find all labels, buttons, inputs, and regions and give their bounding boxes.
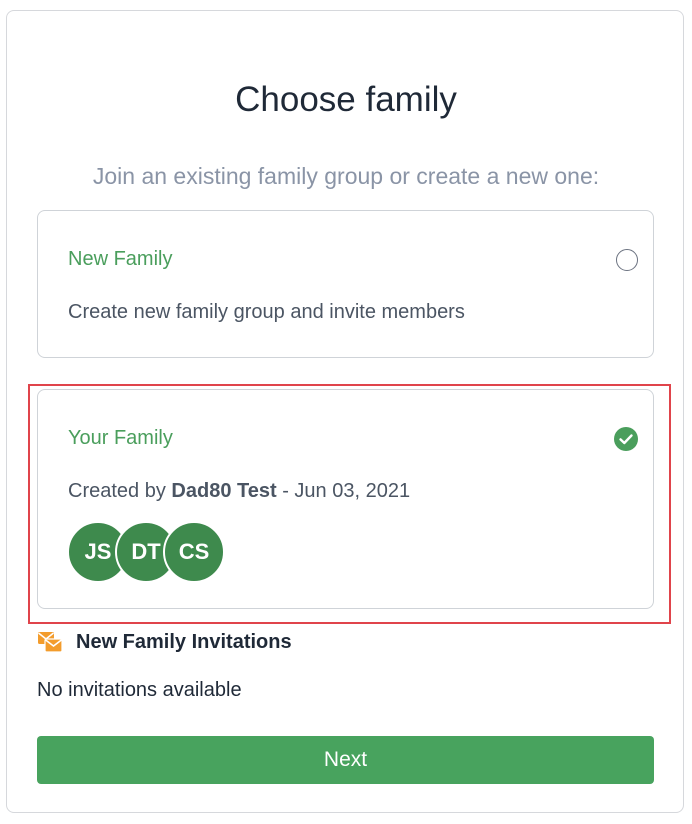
your-family-option-card[interactable]: Your Family Created by Dad80 Test - Jun … xyxy=(37,389,654,609)
check-circle-icon[interactable] xyxy=(614,427,638,451)
your-family-created-info: Created by Dad80 Test - Jun 03, 2021 xyxy=(68,478,410,504)
avatar: CS xyxy=(163,521,225,583)
envelopes-icon xyxy=(38,632,63,653)
created-by-label: Created by xyxy=(68,480,166,502)
page-subtitle: Join an existing family group or create … xyxy=(92,163,600,189)
new-family-radio[interactable] xyxy=(616,249,638,271)
created-date: Jun 03, 2021 xyxy=(294,480,411,502)
new-family-option-title: New Family xyxy=(68,248,173,270)
invitations-heading: New Family Invitations xyxy=(76,631,292,653)
creator-name: Dad80 Test xyxy=(171,480,277,502)
new-family-option-description: Create new family group and invite membe… xyxy=(68,301,465,323)
new-family-option-card[interactable]: New Family Create new family group and i… xyxy=(37,210,654,358)
created-separator: - xyxy=(276,480,295,502)
your-family-option-title: Your Family xyxy=(68,427,173,449)
no-invitations-text: No invitations available xyxy=(37,679,242,701)
page-title: Choose family xyxy=(235,80,457,119)
next-button[interactable]: Next xyxy=(37,736,654,784)
